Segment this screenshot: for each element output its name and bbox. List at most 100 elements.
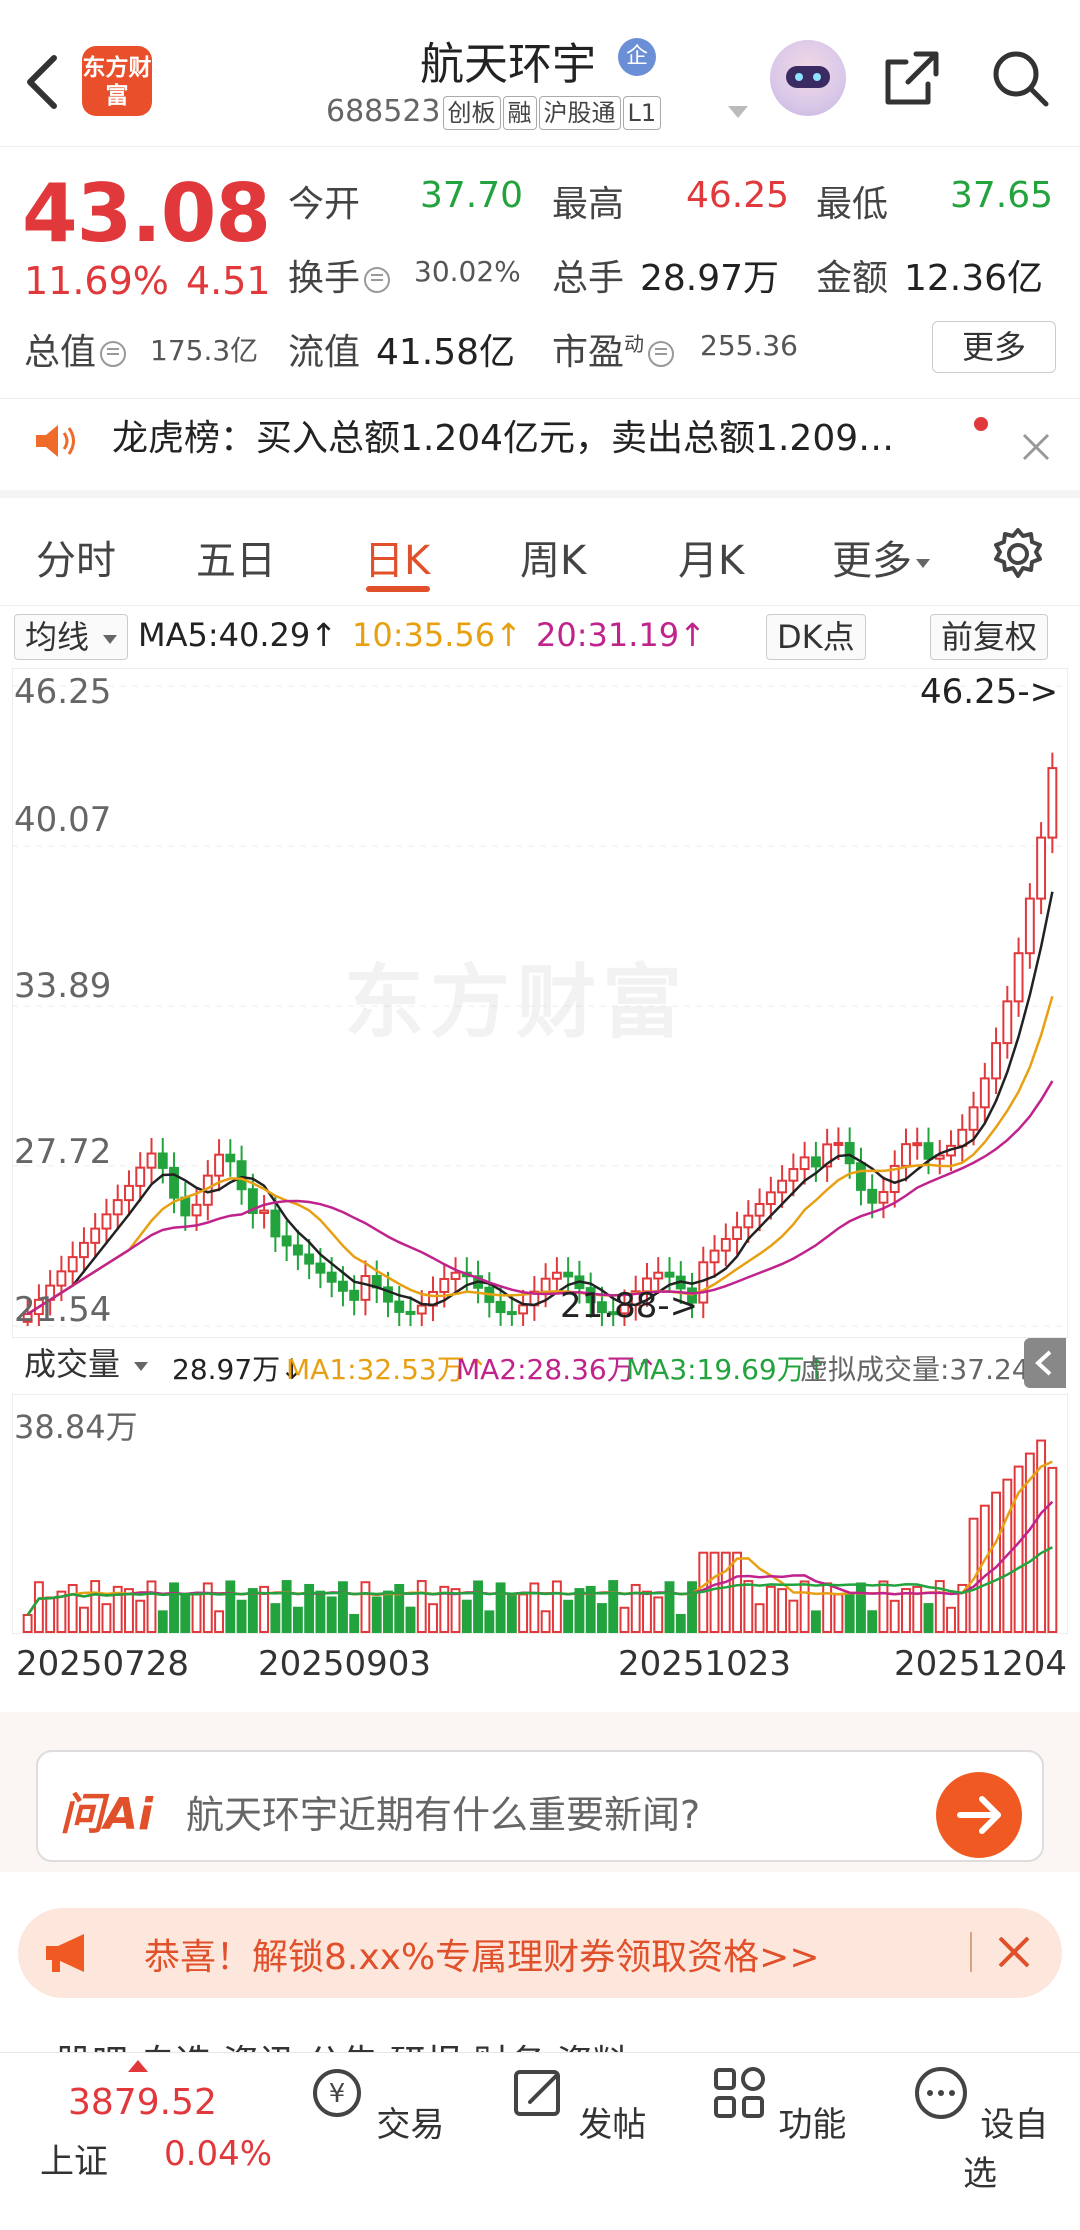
search-icon[interactable] [988, 46, 1052, 110]
amount-label: 金额 [816, 258, 889, 299]
change-percent: 11.69% [24, 259, 169, 303]
volume-bar [901, 1588, 911, 1633]
nav-post[interactable]: 发帖 [508, 2064, 648, 2146]
volume-bar [675, 1613, 686, 1633]
volume-bar [822, 1582, 833, 1633]
nav-trade[interactable]: ¥ 交易 [306, 2064, 446, 2146]
price-tick-3: 33.89 [14, 966, 112, 1006]
candle-body [799, 1156, 810, 1171]
arrow-right-icon [957, 1796, 1001, 1834]
index-name[interactable]: 上证 [40, 2134, 108, 2183]
close-icon[interactable] [994, 1932, 1034, 1972]
volume-selector[interactable]: 成交量 [14, 1342, 158, 1388]
ai-logo: 问Ai [60, 1789, 154, 1840]
volume-bar [315, 1590, 326, 1633]
volume-chart[interactable]: 38.84万 [11, 1393, 1069, 1635]
index-change: 0.04% [164, 2134, 273, 2174]
candle-body [664, 1271, 675, 1278]
tab-intraday[interactable]: 分时 [36, 528, 116, 586]
volume-bar [383, 1590, 393, 1634]
promo-banner[interactable]: 恭喜！解锁8.xx%专属理财券领取资格>> [18, 1908, 1062, 1998]
volume-bar [495, 1582, 506, 1633]
volume-label: 总手 [552, 258, 625, 299]
tab-daily-k[interactable]: 日K [364, 528, 430, 586]
volume-bar [416, 1580, 427, 1633]
close-icon[interactable] [1018, 429, 1054, 465]
candle-body [1013, 952, 1024, 1003]
virtual-volume: 虚拟成交量:37.24万 [800, 1353, 1058, 1386]
volume-bar [923, 1603, 934, 1634]
ai-search-section: 问Ai 航天环宇近期有什么重要新闻? [0, 1712, 1080, 1872]
high-value: 46.25 [686, 175, 790, 216]
volume-bar [202, 1582, 213, 1633]
volume-bar [326, 1596, 337, 1633]
tab-five-day[interactable]: 五日 [196, 528, 276, 586]
chevron-left-icon [1035, 1350, 1052, 1376]
share-icon[interactable] [880, 46, 944, 110]
candle-body [923, 1142, 934, 1160]
low-label: 最低 [816, 184, 889, 225]
candle-body [56, 1270, 67, 1287]
back-arrow-icon[interactable] [22, 52, 62, 112]
volume-bar [371, 1596, 382, 1634]
volume-bar [754, 1603, 765, 1633]
enterprise-verified-badge: 企 [618, 38, 656, 76]
volume-bar [360, 1581, 371, 1633]
candle-body [912, 1142, 923, 1147]
info-icon[interactable] [100, 341, 127, 367]
volume-bar [765, 1585, 776, 1633]
ma-selector[interactable]: 均线 [14, 614, 129, 660]
info-icon[interactable] [648, 341, 675, 367]
tab-monthly-k[interactable]: 月K [678, 528, 744, 586]
volume-bar [247, 1588, 258, 1633]
dragon-tiger-notice[interactable]: 龙虎榜：买入总额1.204亿元，卖出总额1.209… [0, 398, 1080, 498]
volume-bar [180, 1593, 191, 1633]
dk-point-button[interactable]: DK点 [766, 614, 866, 660]
more-button[interactable]: 更多 [932, 321, 1056, 373]
robot-assistant-icon[interactable] [770, 40, 846, 116]
gear-icon[interactable] [990, 526, 1046, 582]
nav-functions[interactable]: 功能 [708, 2064, 848, 2146]
volume-bar [574, 1588, 585, 1633]
volume-bar [709, 1551, 720, 1633]
candle-body [315, 1262, 326, 1274]
info-icon[interactable] [364, 267, 391, 293]
volume-bar [889, 1599, 900, 1634]
ai-submit-button[interactable] [936, 1772, 1022, 1858]
volume-bar [946, 1606, 956, 1633]
tab-weekly-k[interactable]: 周K [520, 528, 586, 586]
candle-body [1024, 897, 1035, 955]
candle-body [968, 1106, 979, 1131]
candle-body [991, 1042, 1002, 1080]
stock-dropdown-icon[interactable] [728, 106, 748, 118]
adjust-mode-button[interactable]: 前复权 [930, 614, 1049, 660]
chevron-down-icon [103, 634, 118, 644]
ai-placeholder: 航天环宇近期有什么重要新闻? [186, 1793, 701, 1837]
volume-bar [664, 1581, 675, 1633]
tab-more[interactable]: 更多 [832, 528, 930, 586]
date-label-1: 20250728 [16, 1644, 190, 1684]
volume-bar [833, 1593, 844, 1634]
candle-body [855, 1162, 866, 1191]
nav-add-watchlist[interactable]: 设自选 [910, 2064, 1050, 2195]
candle-body [360, 1275, 371, 1301]
candle-body [720, 1237, 731, 1252]
max-price-marker: 46.25-> [920, 672, 1059, 712]
volume-bar [743, 1580, 754, 1634]
volume-bar [619, 1606, 630, 1634]
candle-body [777, 1179, 788, 1194]
candle-body [394, 1300, 405, 1313]
collapse-button[interactable] [1024, 1338, 1066, 1388]
candle-body [112, 1199, 123, 1216]
volume-bar [788, 1599, 799, 1633]
candle-body [304, 1253, 315, 1265]
volume-bar [855, 1582, 866, 1634]
candle-body [191, 1203, 202, 1217]
high-label: 最高 [552, 184, 625, 225]
speaker-icon [36, 425, 75, 457]
index-value[interactable]: 3879.52 [68, 2082, 217, 2123]
volume-bar [135, 1599, 146, 1633]
candle-body [225, 1153, 236, 1163]
candle-body [270, 1209, 281, 1238]
kline-chart[interactable]: 东方财富 46.25 40.07 33.89 27.72 21.54 46.25… [11, 667, 1069, 1339]
